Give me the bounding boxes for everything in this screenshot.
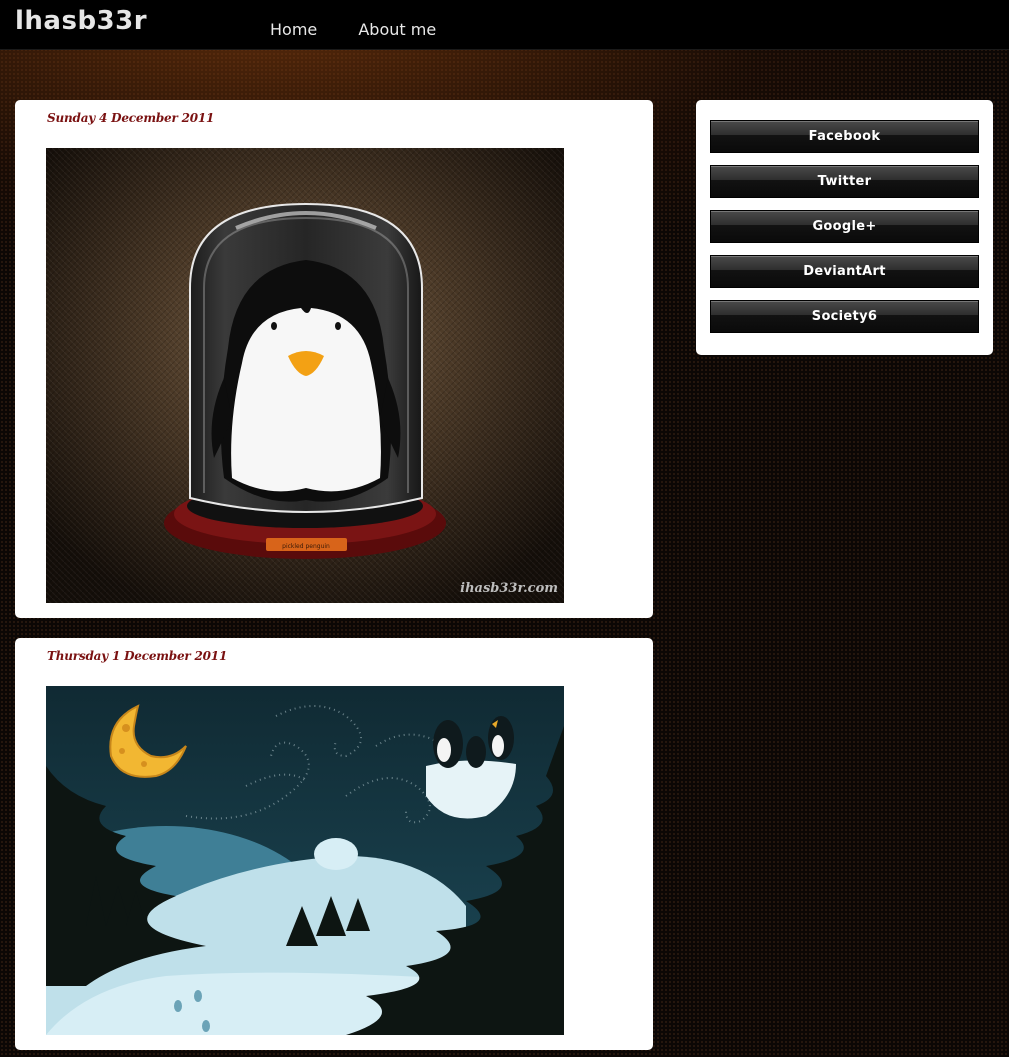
facebook-button[interactable]: Facebook (710, 120, 979, 153)
society6-button[interactable]: Society6 (710, 300, 979, 333)
post-date: Sunday 4 December 2011 (47, 111, 215, 125)
nav-home-link[interactable]: Home (270, 20, 317, 39)
main-nav: Home About me (270, 20, 472, 39)
penguin-jar-illustration: pickled penguin ihasb33r.com (46, 148, 564, 603)
site-title-link[interactable]: lhasb33r (15, 6, 147, 36)
google-plus-button[interactable]: Google+ (710, 210, 979, 243)
blog-post: Thursday 1 December 2011 (15, 638, 653, 1050)
deviantart-button[interactable]: DeviantArt (710, 255, 979, 288)
twitter-button[interactable]: Twitter (710, 165, 979, 198)
post-date: Thursday 1 December 2011 (47, 649, 228, 663)
post-image-winter-penguins[interactable] (46, 686, 564, 1035)
watermark-text: ihasb33r.com (460, 581, 558, 596)
plaque-text: pickled penguin (282, 543, 330, 550)
sidebar-social-links: Facebook Twitter Google+ DeviantArt Soci… (696, 100, 993, 355)
blog-post: Sunday 4 December 2011 pickled penguin i… (15, 100, 653, 618)
post-image-pickled-penguin[interactable]: pickled penguin ihasb33r.com (46, 148, 564, 603)
nav-about-me-link[interactable]: About me (358, 20, 436, 39)
top-bar: lhasb33r Home About me (0, 0, 1009, 50)
winter-scene-illustration (46, 686, 564, 1035)
